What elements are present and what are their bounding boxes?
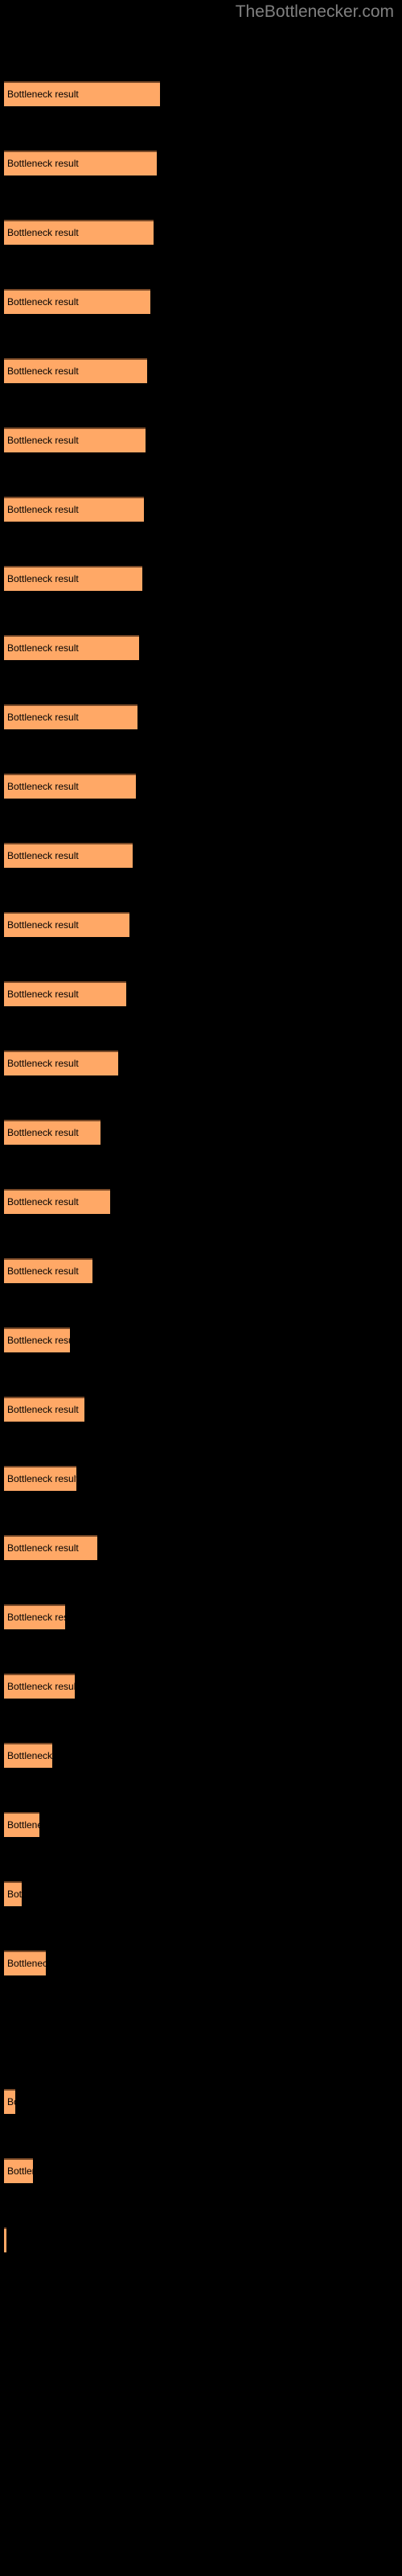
bar-17[interactable]: Bottleneck result: [4, 1188, 110, 1214]
bar-4[interactable]: Bottleneck result: [4, 288, 150, 314]
bar-label: Bottleneck result: [7, 1957, 46, 1969]
bar-26[interactable]: Bottleneck result: [4, 1811, 39, 1837]
bar-8[interactable]: Bottleneck result: [4, 565, 142, 591]
bar-label: Bottleneck result: [7, 919, 79, 931]
bar-label: Bottleneck result: [7, 1403, 79, 1415]
bar-11[interactable]: Bottleneck result: [4, 773, 136, 799]
bar-24[interactable]: Bottleneck result: [4, 1673, 75, 1699]
bar-label: Bottleneck result: [7, 434, 79, 446]
page-root: TheBottlenecker.com Bottleneck result Bot…: [0, 0, 402, 2576]
bar-29[interactable]: Bottleneck result: [4, 2088, 15, 2114]
bar-label: Bottleneck result: [7, 365, 79, 377]
bar-10[interactable]: Bottleneck result: [4, 704, 137, 729]
bar-6[interactable]: Bottleneck result: [4, 427, 146, 452]
bar-label: Bottleneck result: [7, 2095, 15, 2107]
bar-18[interactable]: Bottleneck result: [4, 1257, 92, 1283]
bar-label: Bottleneck result: [7, 1680, 75, 1692]
bar-label: Bottleneck result: [7, 88, 79, 100]
bar-label: Bottleneck result: [7, 1057, 79, 1069]
bar-20[interactable]: Bottleneck result: [4, 1396, 84, 1422]
bar-1[interactable]: Bottleneck result: [4, 80, 160, 106]
bar-21[interactable]: Bottleneck result: [4, 1465, 76, 1491]
bar-22[interactable]: Bottleneck result: [4, 1534, 97, 1560]
bar-label: Bottleneck result: [7, 295, 79, 308]
bar-label: Bottleneck result: [7, 503, 79, 515]
bar-2[interactable]: Bottleneck result: [4, 150, 157, 175]
bar-label: Bottleneck result: [7, 711, 79, 723]
bar-15[interactable]: Bottleneck result: [4, 1050, 118, 1075]
bottleneck-bar-chart: Bottleneck result Bottleneck result Bottle…: [0, 0, 402, 2576]
bar-12[interactable]: Bottleneck result: [4, 842, 133, 868]
bar-label: Bottleneck result: [7, 1818, 39, 1831]
bar-31[interactable]: Bottleneck result: [4, 2227, 6, 2252]
bar-label: Bottleneck result: [7, 572, 79, 584]
bar-label: Bottleneck result: [7, 1888, 22, 1900]
bar-label: Bottleneck result: [7, 642, 79, 654]
bar-25[interactable]: Bottleneck result: [4, 1742, 52, 1768]
bar-30[interactable]: Bottleneck result: [4, 2157, 33, 2183]
bar-label: Bottleneck result: [7, 1611, 65, 1623]
bar-label: Bottleneck result: [7, 1334, 70, 1346]
bar-label: Bottleneck result: [7, 1265, 79, 1277]
bar-label: Bottleneck result: [7, 1542, 79, 1554]
bar-19[interactable]: Bottleneck result: [4, 1327, 70, 1352]
bar-16[interactable]: Bottleneck result: [4, 1119, 100, 1145]
bar-label: Bottleneck result: [7, 2165, 33, 2177]
bar-label: Bottleneck result: [7, 1749, 52, 1761]
bar-27[interactable]: Bottleneck result: [4, 1880, 22, 1906]
bar-9[interactable]: Bottleneck result: [4, 634, 139, 660]
bar-13[interactable]: Bottleneck result: [4, 911, 129, 937]
bar-label: Bottleneck result: [7, 226, 79, 238]
bar-label: Bottleneck result: [7, 849, 79, 861]
bar-28[interactable]: Bottleneck result: [4, 1950, 46, 1975]
bar-label: Bottleneck result: [7, 1472, 76, 1484]
bar-label: Bottleneck result: [7, 157, 79, 169]
bar-14[interactable]: Bottleneck result: [4, 980, 126, 1006]
bar-label: Bottleneck result: [7, 988, 79, 1000]
bar-5[interactable]: Bottleneck result: [4, 357, 147, 383]
bar-23[interactable]: Bottleneck result: [4, 1604, 65, 1629]
bar-label: Bottleneck result: [7, 1195, 79, 1208]
bar-label: Bottleneck result: [7, 780, 79, 792]
bar-label: Bottleneck result: [7, 1126, 79, 1138]
bar-3[interactable]: Bottleneck result: [4, 219, 154, 245]
bar-7[interactable]: Bottleneck result: [4, 496, 144, 522]
